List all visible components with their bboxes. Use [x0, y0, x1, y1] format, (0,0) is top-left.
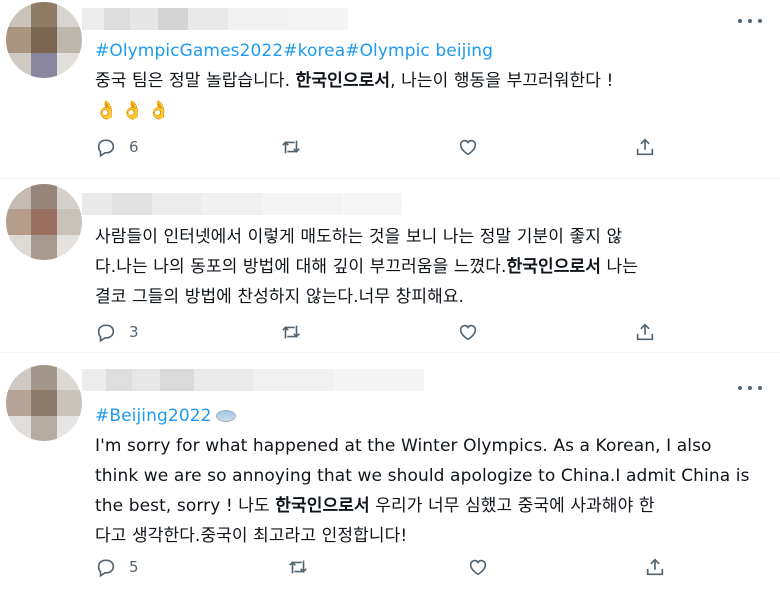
- tweet-2[interactable]: 사람들이 인터넷에서 이렇게 매도하는 것을 보니 나는 정말 기분이 좋지 않…: [0, 179, 780, 351]
- reply-icon: [97, 324, 115, 343]
- text-line: the best, sorry ! 나도 한국인으로서 우리가 너무 심했고 중…: [95, 496, 655, 516]
- retweet-icon: [282, 140, 300, 154]
- text-line: think we are so annoying that we should …: [95, 466, 750, 486]
- reply-count: 6: [129, 138, 139, 156]
- tweet-actions: 6: [95, 136, 675, 158]
- blurred-username[interactable]: [82, 193, 402, 215]
- blurred-username[interactable]: [82, 8, 348, 30]
- share-icon: [636, 323, 654, 341]
- retweet-button[interactable]: [287, 556, 309, 578]
- tweet-3[interactable]: #Beijing2022 I'm sorry for what happened…: [0, 353, 780, 589]
- share-button[interactable]: [634, 136, 656, 158]
- share-button[interactable]: [644, 556, 666, 578]
- retweet-icon: [282, 325, 300, 339]
- text-line: 사람들이 인터넷에서 이렇게 매도하는 것을 보니 나는 정말 기분이 좋지 않: [95, 227, 623, 247]
- tweet-1[interactable]: #OlympicGames2022#korea#Olympic beijing …: [0, 0, 780, 178]
- like-button[interactable]: [457, 321, 479, 343]
- text-line: 중국 팀은 정말 놀랍습니다. 한국인으로서, 나는이 행동을 부끄러워한다 !: [95, 71, 614, 91]
- share-icon: [636, 138, 654, 156]
- hashtag-link[interactable]: #Beijing2022: [95, 406, 212, 426]
- like-icon: [459, 324, 477, 341]
- reply-button[interactable]: 5: [95, 556, 139, 578]
- globe-emoji: [215, 410, 236, 422]
- avatar[interactable]: [6, 365, 82, 441]
- like-icon: [459, 139, 477, 156]
- text-line: 다.나는 나의 동포의 방법에 대해 깊이 부끄러움을 느꼈다.한국인으로서 나…: [95, 257, 638, 277]
- retweet-button[interactable]: [280, 321, 302, 343]
- retweet-icon: [289, 560, 307, 574]
- reply-button[interactable]: 3: [95, 321, 139, 343]
- like-icon: [469, 559, 487, 576]
- tweet-text: 사람들이 인터넷에서 이렇게 매도하는 것을 보니 나는 정말 기분이 좋지 않…: [95, 222, 745, 312]
- ok-hand-emoji: 👌👌👌: [95, 100, 175, 121]
- reply-count: 3: [129, 323, 139, 341]
- hashtag-line: #Beijing2022: [95, 401, 745, 431]
- reply-button[interactable]: 6: [95, 136, 139, 158]
- text-line: 결코 그들의 방법에 찬성하지 않는다.너무 창피해요.: [95, 287, 465, 307]
- avatar[interactable]: [6, 184, 82, 260]
- text-line: I'm sorry for what happened at the Winte…: [95, 436, 712, 456]
- retweet-button[interactable]: [280, 136, 302, 158]
- tweet-actions: 5: [95, 556, 675, 578]
- reply-icon: [97, 139, 115, 158]
- more-icon[interactable]: [738, 14, 762, 28]
- share-icon: [646, 558, 664, 576]
- avatar[interactable]: [6, 2, 82, 78]
- like-button[interactable]: [467, 556, 489, 578]
- reply-count: 5: [129, 558, 139, 576]
- more-icon[interactable]: [738, 381, 762, 395]
- tweet-text: #Beijing2022 I'm sorry for what happened…: [95, 401, 750, 551]
- tweet-actions: 3: [95, 321, 675, 343]
- reply-icon: [97, 559, 115, 578]
- tweet-text: #OlympicGames2022#korea#Olympic beijing …: [95, 36, 745, 126]
- like-button[interactable]: [457, 136, 479, 158]
- share-button[interactable]: [634, 321, 656, 343]
- hashtag-line[interactable]: #OlympicGames2022#korea#Olympic beijing: [95, 36, 745, 66]
- blurred-username[interactable]: [82, 369, 424, 391]
- text-line: 다고 생각한다.중국이 최고라고 인정합니다!: [95, 526, 408, 546]
